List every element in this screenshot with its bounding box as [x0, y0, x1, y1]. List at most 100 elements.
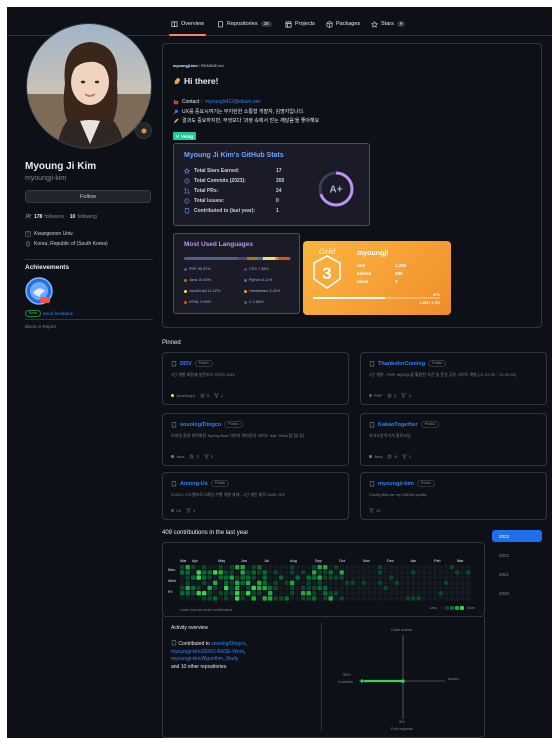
- contribution-day[interactable]: [466, 596, 471, 601]
- contribution-day[interactable]: [317, 575, 322, 580]
- contribution-day[interactable]: [405, 565, 410, 570]
- contribution-day[interactable]: [185, 591, 190, 596]
- contribution-day[interactable]: [180, 580, 185, 585]
- contribution-day[interactable]: [191, 575, 196, 580]
- contribution-day[interactable]: [290, 575, 295, 580]
- contribution-day[interactable]: [229, 565, 234, 570]
- contribution-day[interactable]: [394, 591, 399, 596]
- contribution-day[interactable]: [455, 575, 460, 580]
- contribution-day[interactable]: [251, 591, 256, 596]
- contribution-day[interactable]: [279, 585, 284, 591]
- contribution-day[interactable]: [268, 580, 273, 585]
- contribution-day[interactable]: [405, 570, 410, 575]
- contribution-day[interactable]: [235, 565, 240, 570]
- contribution-day[interactable]: [411, 565, 416, 570]
- contribution-day[interactable]: [273, 570, 278, 575]
- contribution-day[interactable]: [422, 575, 427, 580]
- contribution-day[interactable]: [466, 591, 471, 596]
- contribution-day[interactable]: [383, 591, 388, 596]
- contribution-day[interactable]: [350, 596, 355, 601]
- contribution-day[interactable]: [334, 565, 339, 570]
- contribution-day[interactable]: [400, 585, 405, 591]
- contribution-day[interactable]: [301, 596, 306, 601]
- contribution-day[interactable]: [350, 580, 355, 585]
- contribution-day[interactable]: [301, 585, 306, 591]
- contribution-day[interactable]: [229, 591, 234, 596]
- contribution-day[interactable]: [202, 575, 207, 580]
- contribution-day[interactable]: [339, 580, 344, 585]
- contribution-day[interactable]: [306, 570, 311, 575]
- contribution-day[interactable]: [290, 580, 295, 585]
- contribution-day[interactable]: [295, 591, 300, 596]
- repo-forks[interactable]: 12: [369, 508, 380, 513]
- contribution-day[interactable]: [185, 565, 190, 570]
- contribution-day[interactable]: [284, 585, 289, 591]
- contribution-day[interactable]: [455, 570, 460, 575]
- repo-forks[interactable]: 1: [214, 393, 223, 398]
- repo-forks[interactable]: 1: [186, 508, 195, 513]
- contribution-day[interactable]: [251, 565, 256, 570]
- repo-name-link[interactable]: sosolog/Dingco: [180, 422, 221, 428]
- contribution-day[interactable]: [295, 585, 300, 591]
- contribution-day[interactable]: [279, 591, 284, 596]
- contribution-day[interactable]: [400, 596, 405, 601]
- contribution-day[interactable]: [438, 585, 443, 591]
- contribution-day[interactable]: [345, 591, 350, 596]
- contribution-day[interactable]: [455, 585, 460, 591]
- tab-packages[interactable]: Packages: [326, 17, 360, 31]
- contribution-day[interactable]: [251, 585, 256, 591]
- contribution-day[interactable]: [257, 565, 262, 570]
- contribution-day[interactable]: [339, 570, 344, 575]
- contribution-day[interactable]: [312, 565, 317, 570]
- contribution-day[interactable]: [416, 591, 421, 596]
- contribution-day[interactable]: [427, 585, 432, 591]
- contribution-day[interactable]: [213, 575, 218, 580]
- contribution-day[interactable]: [334, 580, 339, 585]
- contribution-day[interactable]: [268, 575, 273, 580]
- contribution-day[interactable]: [185, 570, 190, 575]
- year-link[interactable]: 2023: [492, 530, 542, 542]
- following-label[interactable]: following: [77, 214, 96, 220]
- contribution-day[interactable]: [350, 565, 355, 570]
- contribution-day[interactable]: [257, 570, 262, 575]
- contribution-day[interactable]: [339, 565, 344, 570]
- contribution-day[interactable]: [350, 570, 355, 575]
- contribution-day[interactable]: [191, 565, 196, 570]
- contribution-day[interactable]: [257, 575, 262, 580]
- contribution-day[interactable]: [235, 591, 240, 596]
- contribution-day[interactable]: [455, 565, 460, 570]
- contribution-day[interactable]: [207, 580, 212, 585]
- contribution-day[interactable]: [240, 596, 245, 601]
- contribution-day[interactable]: [185, 585, 190, 591]
- contribution-day[interactable]: [367, 591, 372, 596]
- contribution-day[interactable]: [416, 585, 421, 591]
- contribution-day[interactable]: [422, 570, 427, 575]
- status-emoji-button[interactable]: [135, 122, 152, 139]
- contribution-day[interactable]: [284, 591, 289, 596]
- contribution-day[interactable]: [383, 580, 388, 585]
- contribution-day[interactable]: [218, 585, 223, 591]
- contribution-day[interactable]: [273, 585, 278, 591]
- contribution-day[interactable]: [411, 585, 416, 591]
- contribution-day[interactable]: [361, 575, 366, 580]
- contribution-day[interactable]: [202, 580, 207, 585]
- contribution-day[interactable]: [235, 580, 240, 585]
- contribution-day[interactable]: [207, 565, 212, 570]
- contribution-day[interactable]: [356, 585, 361, 591]
- contribution-day[interactable]: [306, 580, 311, 585]
- contribution-day[interactable]: [279, 565, 284, 570]
- contribution-day[interactable]: [251, 575, 256, 580]
- repo-stars[interactable]: 5: [199, 393, 209, 398]
- contribution-day[interactable]: [317, 596, 322, 601]
- contribution-day[interactable]: [372, 596, 377, 601]
- contribution-day[interactable]: [394, 596, 399, 601]
- contribution-day[interactable]: [323, 585, 328, 591]
- contribution-day[interactable]: [416, 596, 421, 601]
- contribution-day[interactable]: [394, 570, 399, 575]
- contribution-day[interactable]: [345, 570, 350, 575]
- contribution-day[interactable]: [449, 565, 454, 570]
- contribution-day[interactable]: [301, 591, 306, 596]
- follow-button[interactable]: Follow: [25, 190, 151, 203]
- contribution-day[interactable]: [323, 575, 328, 580]
- contribution-day[interactable]: [224, 591, 229, 596]
